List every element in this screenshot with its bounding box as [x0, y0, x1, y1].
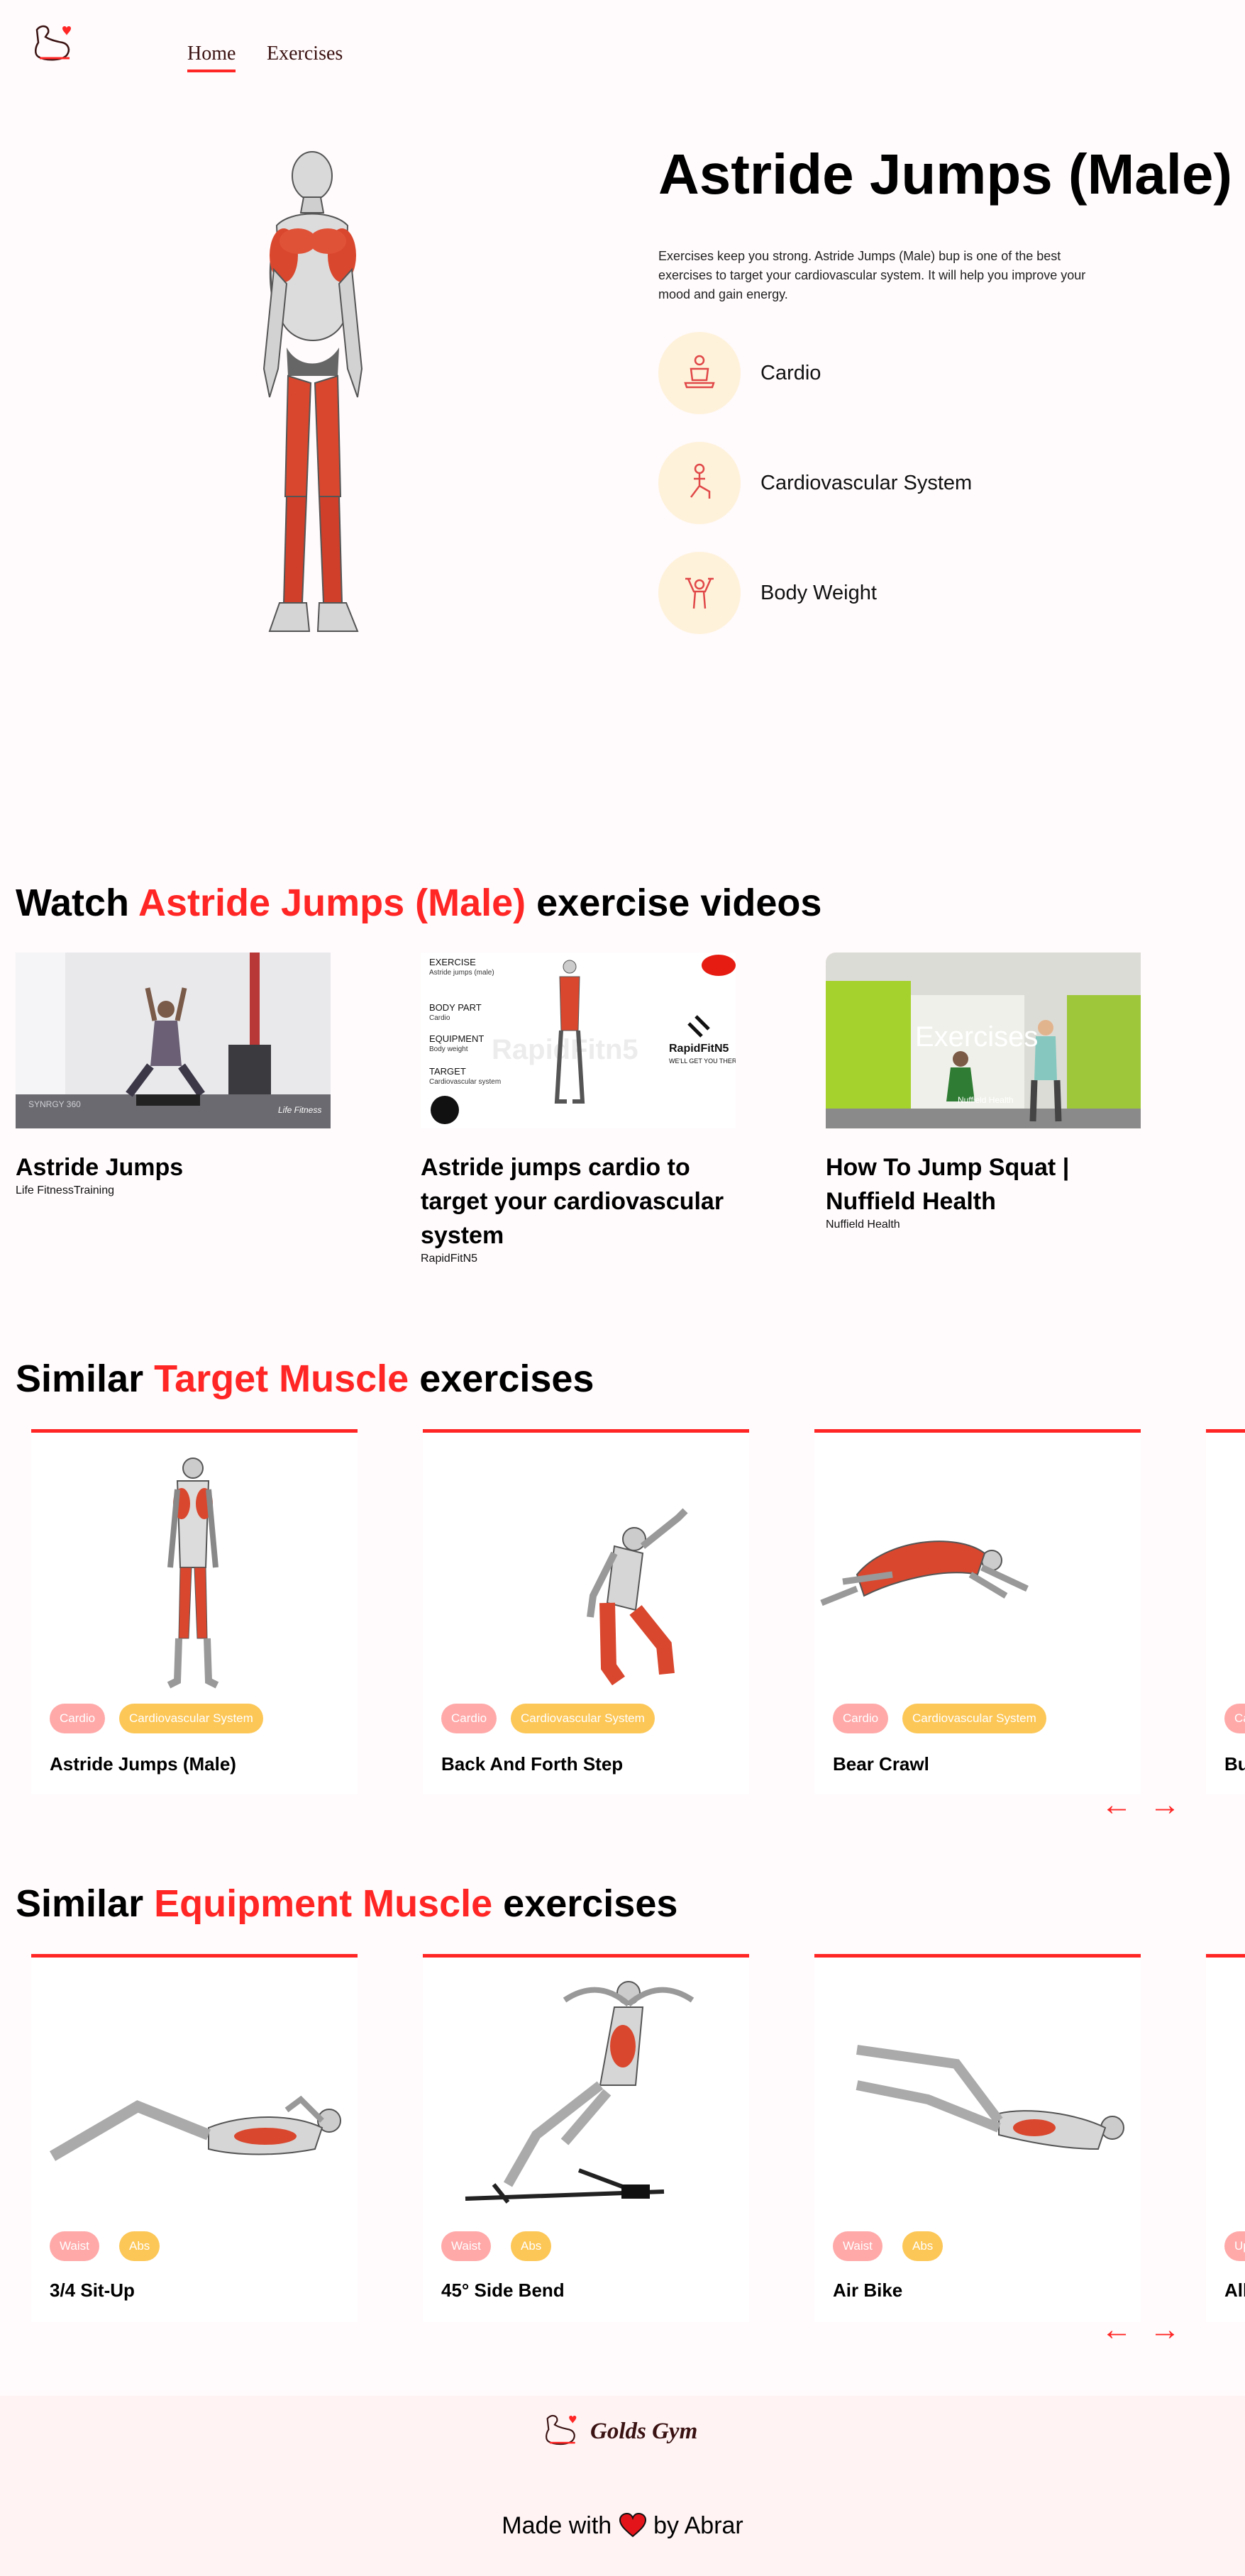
detail-label: Cardiovascular System — [760, 471, 973, 494]
tag-target[interactable]: Abs — [119, 2231, 160, 2261]
video-card[interactable]: EXERCISE Astride jumps (male) BODY PART … — [421, 953, 743, 1265]
video-channel: Life FitnessTraining — [16, 1184, 115, 1197]
detail-target: Cardiovascular System — [658, 442, 972, 524]
svg-text:EXERCISE: EXERCISE — [429, 957, 476, 967]
detail-body-part: Cardio — [658, 332, 821, 414]
svg-text:Nuffield Health: Nuffield Health — [958, 1095, 1014, 1105]
gym-logo-icon[interactable] — [31, 21, 77, 68]
tag-body-part[interactable]: Cardio — [833, 1704, 889, 1733]
similar-target-heading: Similar Target Muscle exercises — [16, 1358, 594, 1400]
tag-target[interactable]: Cardiovascular System — [119, 1704, 263, 1733]
nav-exercises-link[interactable]: Exercises — [267, 43, 343, 65]
exercise-card-title: All — [1224, 2280, 1245, 2301]
videos-heading: Watch Astride Jumps (Male) exercise vide… — [16, 882, 822, 924]
exercise-card[interactable]: Ca Bu — [1206, 1429, 1245, 1794]
video-card[interactable]: SYNRGY 360 Life Fitness Astride Jumps Li… — [16, 953, 331, 1197]
exercise-figure-image — [262, 151, 363, 632]
svg-text:Body weight: Body weight — [429, 1045, 468, 1053]
svg-text:BODY PART: BODY PART — [429, 1002, 482, 1013]
tag-target[interactable]: Cardiovascular System — [902, 1704, 1046, 1733]
scroll-right-arrow-icon[interactable]: → — [1149, 2312, 1180, 2348]
detail-label: Cardio — [760, 361, 821, 384]
exercise-card-title: Bu — [1224, 1753, 1245, 1775]
video-channel: RapidFitN5 — [421, 1253, 478, 1265]
gym-logo-icon — [546, 2414, 577, 2445]
tag-body-part[interactable]: Up — [1224, 2231, 1245, 2261]
exercise-card-image — [820, 1540, 1029, 1606]
nav-home-link[interactable]: Home — [187, 43, 236, 72]
tag-body-part[interactable]: Cardio — [50, 1704, 106, 1733]
svg-text:SYNRGY 360: SYNRGY 360 — [28, 1099, 81, 1109]
video-title[interactable]: How To Jump Squat | Nuffield Health — [826, 1150, 1141, 1218]
meditation-icon — [658, 332, 741, 414]
exercise-card-image — [167, 1458, 219, 1689]
video-thumbnail[interactable]: EXERCISE Astride jumps (male) BODY PART … — [421, 953, 743, 1128]
scroll-left-arrow-icon[interactable]: ← — [1101, 1787, 1132, 1823]
video-thumbnail[interactable]: SYNRGY 360 Life Fitness — [16, 953, 331, 1128]
exercise-card[interactable]: Waist Abs 3/4 Sit-Up — [31, 1954, 358, 2322]
tag-body-part[interactable]: Waist — [441, 2231, 491, 2261]
svg-text:EQUIPMENT: EQUIPMENT — [429, 1033, 484, 1044]
exercise-card-title: 3/4 Sit-Up — [50, 2280, 135, 2301]
dumbbell-lift-icon — [658, 552, 741, 634]
svg-text:Cardio: Cardio — [429, 1014, 450, 1022]
lunge-icon — [658, 442, 741, 524]
exercise-card[interactable]: Waist Abs 45° Side Bend — [423, 1954, 749, 2322]
video-channel: Nuffield Health — [826, 1218, 900, 1231]
exercise-card-title: Bear Crawl — [833, 1753, 929, 1775]
exercise-title: Astride Jumps (Male) — [658, 143, 1233, 206]
exercise-card-image — [856, 2045, 1124, 2150]
exercise-card-title: Astride Jumps (Male) — [50, 1753, 236, 1775]
exercise-card-title: Air Bike — [833, 2280, 903, 2301]
detail-label: Body Weight — [760, 581, 877, 604]
svg-text:RapidFitn5: RapidFitn5 — [492, 1034, 638, 1065]
svg-text:WE'LL GET YOU THERE!: WE'LL GET YOU THERE! — [669, 1057, 736, 1065]
video-title[interactable]: Astride jumps cardio to target your card… — [421, 1150, 736, 1253]
exercise-card-title: 45° Side Bend — [441, 2280, 565, 2301]
svg-text:Cardiovascular system: Cardiovascular system — [429, 1078, 501, 1086]
tag-target[interactable]: Abs — [511, 2231, 552, 2261]
exercise-card[interactable]: Cardio Cardiovascular System Astride Jum… — [31, 1429, 358, 1794]
tag-body-part[interactable]: Cardio — [441, 1704, 497, 1733]
tag-target[interactable]: Cardiovascular System — [511, 1704, 655, 1733]
exercise-card-image — [465, 1981, 695, 2204]
svg-text:TARGET: TARGET — [429, 1066, 466, 1077]
svg-text:Life Fitness: Life Fitness — [278, 1105, 321, 1115]
scroll-right-arrow-icon[interactable]: → — [1149, 1787, 1180, 1823]
exercise-card-title: Back And Forth Step — [441, 1753, 624, 1775]
exercise-description: Exercises keep you strong. Astride Jumps… — [658, 249, 1086, 301]
video-card[interactable]: Exercises Nuffield Health How To Jump Sq… — [826, 953, 1141, 1231]
svg-text:RapidFitN5: RapidFitN5 — [669, 1043, 729, 1055]
exercise-card-image — [49, 2095, 341, 2161]
exercise-card-image — [587, 1508, 688, 1686]
exercise-card[interactable]: Cardio Cardiovascular System Bear Crawl — [814, 1429, 1141, 1794]
svg-text:Astride jumps (male): Astride jumps (male) — [429, 969, 494, 977]
similar-equipment-heading: Similar Equipment Muscle exercises — [16, 1882, 678, 1925]
scroll-left-arrow-icon[interactable]: ← — [1101, 2312, 1132, 2348]
detail-equipment: Body Weight — [658, 552, 877, 634]
tag-body-part[interactable]: Ca — [1224, 1704, 1245, 1733]
footer-brand: Golds Gym — [590, 2419, 698, 2444]
tag-body-part[interactable]: Waist — [50, 2231, 99, 2261]
exercise-card[interactable]: Cardio Cardiovascular System Back And Fo… — [423, 1429, 749, 1794]
footer-credit: Made with by Abrar — [502, 2512, 743, 2539]
heart-icon — [619, 2512, 646, 2538]
video-title[interactable]: Astride Jumps — [16, 1150, 331, 1184]
tag-target[interactable]: Abs — [902, 2231, 944, 2261]
exercise-card[interactable]: Waist Abs Air Bike — [814, 1954, 1141, 2322]
video-thumbnail[interactable]: Exercises Nuffield Health — [826, 953, 1141, 1128]
tag-body-part[interactable]: Waist — [833, 2231, 882, 2261]
svg-text:Exercises: Exercises — [915, 1021, 1038, 1053]
exercise-card[interactable]: Up All — [1206, 1954, 1245, 2322]
